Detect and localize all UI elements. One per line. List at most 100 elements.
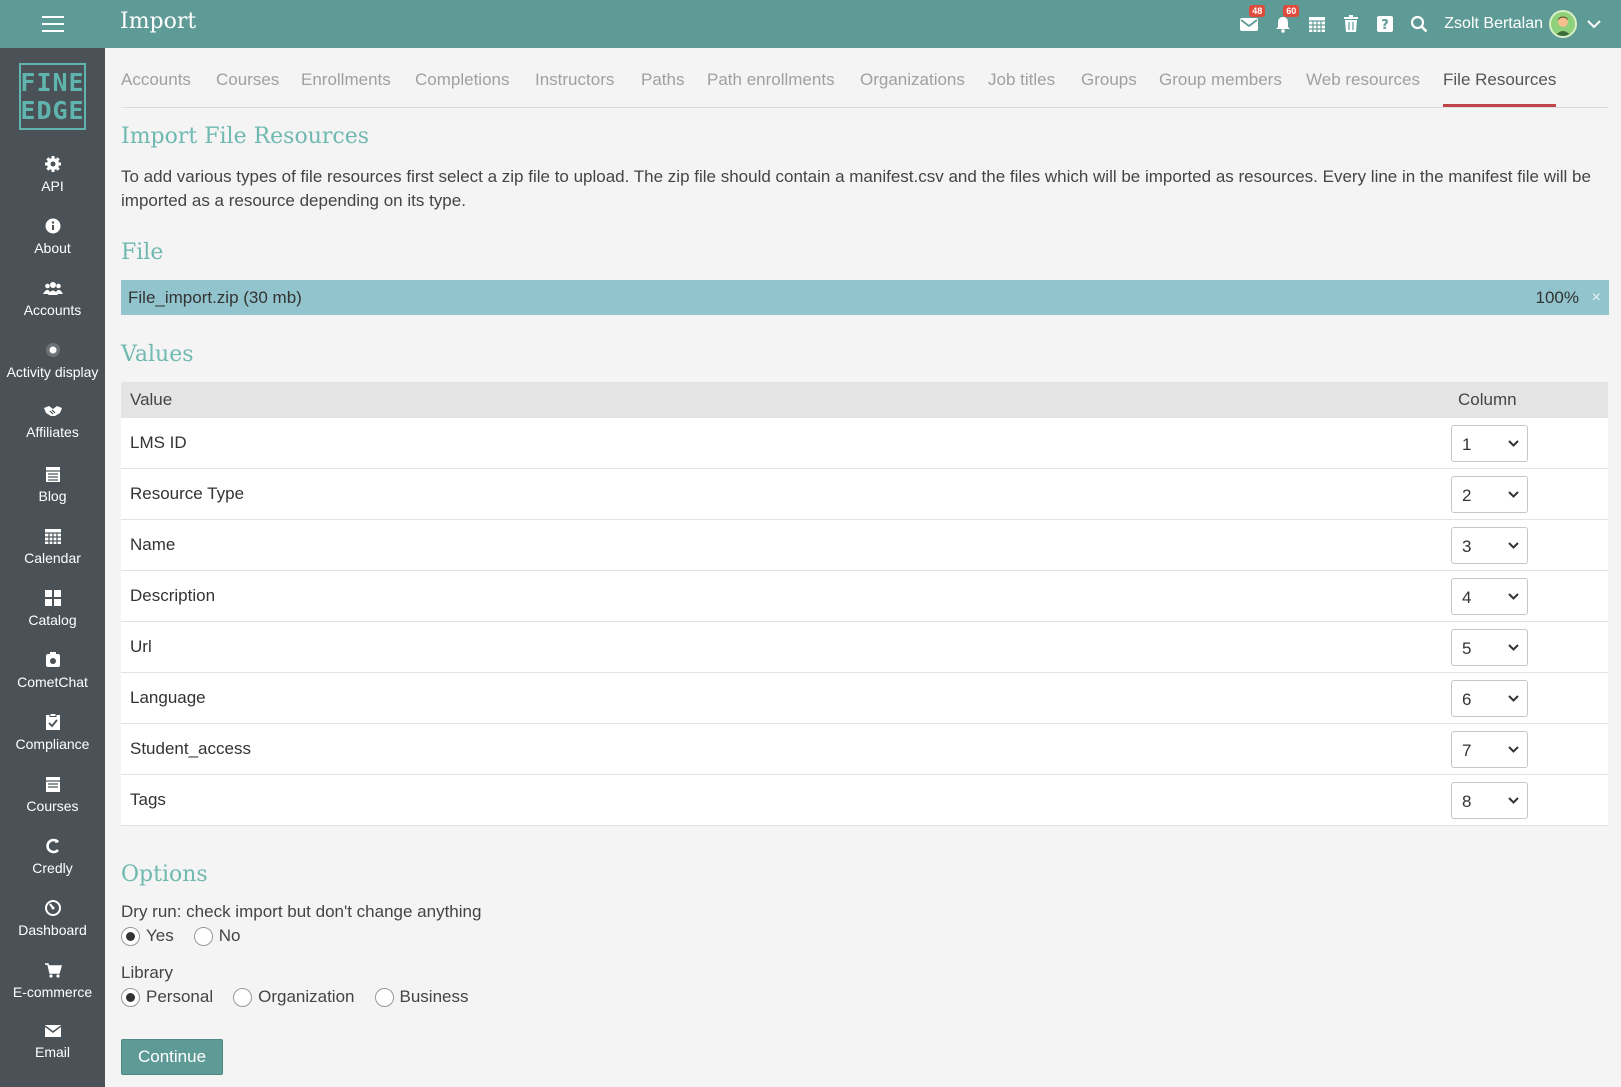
tab-group-members[interactable]: Group members — [1159, 70, 1282, 90]
tab-web-resources[interactable]: Web resources — [1306, 70, 1420, 90]
value-label: Description — [130, 586, 216, 605]
sidebar-item-label: Blog — [38, 488, 67, 504]
sidebar-item-cometchat[interactable]: CometChat — [0, 647, 105, 707]
column-select[interactable]: 4 — [1451, 578, 1528, 615]
column-select[interactable]: 8 — [1451, 782, 1528, 819]
dry-run-radio-group: Yes No — [121, 926, 260, 946]
dry-run-yes-radio[interactable]: Yes — [121, 926, 174, 946]
sidebar-item-calendar[interactable]: Calendar — [0, 523, 105, 583]
active-tab-indicator — [1443, 104, 1556, 107]
radio-label: Personal — [146, 987, 214, 1006]
remove-file-icon[interactable]: × — [1592, 289, 1601, 307]
credly-icon — [45, 838, 59, 854]
section-heading-import: Import File Resources — [121, 124, 370, 149]
sidebar-item-about[interactable]: About — [0, 213, 105, 273]
import-tabs: Accounts Courses Enrollments Completions… — [121, 48, 1608, 108]
logo-line-2: EDGE — [20, 95, 85, 125]
table-row: Tags 8 — [121, 775, 1608, 826]
checklist-icon — [45, 713, 60, 730]
tab-instructors[interactable]: Instructors — [535, 70, 614, 90]
column-select[interactable]: 5 — [1451, 629, 1528, 666]
section-heading-file: File — [121, 240, 164, 265]
menu-icon[interactable] — [0, 0, 105, 48]
sidebar-item-e-commerce[interactable]: E-commerce — [0, 957, 105, 1017]
tab-groups[interactable]: Groups — [1081, 70, 1137, 90]
logo-line-1: FINE — [20, 67, 85, 97]
dry-run-no-radio[interactable]: No — [193, 926, 240, 946]
library-personal-radio[interactable]: Personal — [121, 987, 213, 1007]
column-header-column: Column — [1458, 390, 1517, 409]
sidebar-item-catalog[interactable]: Catalog — [0, 585, 105, 645]
tab-completions[interactable]: Completions — [415, 70, 510, 90]
value-label: LMS ID — [130, 433, 187, 452]
continue-button[interactable]: Continue — [121, 1039, 223, 1075]
column-select-value: 8 — [1462, 792, 1472, 811]
tab-path-enrollments[interactable]: Path enrollments — [707, 70, 835, 90]
gauge-icon — [44, 900, 61, 916]
help-icon[interactable]: ? — [1368, 0, 1402, 48]
value-label: Tags — [130, 790, 166, 809]
chevron-down-icon — [1508, 746, 1519, 753]
search-icon[interactable] — [1402, 0, 1436, 48]
library-organization-radio[interactable]: Organization — [233, 987, 355, 1007]
chevron-down-icon — [1508, 797, 1519, 804]
value-label: Student_access — [130, 739, 251, 758]
sidebar-item-compliance[interactable]: Compliance — [0, 709, 105, 769]
sidebar-item-label: Catalog — [28, 612, 77, 628]
tab-file-resources[interactable]: File Resources — [1443, 70, 1556, 90]
sidebar-item-courses[interactable]: Courses — [0, 771, 105, 831]
tab-accounts[interactable]: Accounts — [121, 70, 191, 90]
handshake-icon — [43, 406, 62, 416]
trash-icon[interactable] — [1334, 0, 1368, 48]
radio-label: Yes — [146, 926, 174, 945]
notifications-badge: 60 — [1283, 5, 1300, 17]
info-icon — [45, 218, 60, 234]
users-icon — [42, 282, 63, 295]
value-label: Language — [130, 688, 206, 707]
calendar-icon[interactable] — [1300, 0, 1334, 48]
chevron-down-icon — [1508, 593, 1519, 600]
table-row: Name 3 — [121, 520, 1608, 571]
sidebar-item-activity-display[interactable]: Activity display — [0, 337, 105, 397]
chat-icon — [45, 652, 60, 667]
tab-job-titles[interactable]: Job titles — [988, 70, 1055, 90]
mail-icon[interactable]: 48 — [1232, 0, 1266, 48]
calendar-icon — [44, 529, 61, 544]
user-name[interactable]: Zsolt Bertalan — [1444, 15, 1543, 33]
tab-enrollments[interactable]: Enrollments — [301, 70, 391, 90]
column-select[interactable]: 1 — [1451, 425, 1528, 462]
tab-courses[interactable]: Courses — [216, 70, 279, 90]
radio-indicator — [233, 987, 253, 1007]
sidebar-item-accounts[interactable]: Accounts — [0, 275, 105, 335]
chevron-down-icon — [1508, 695, 1519, 702]
tab-organizations[interactable]: Organizations — [860, 70, 965, 90]
column-select[interactable]: 6 — [1451, 680, 1528, 717]
fineedge-logo[interactable]: FINE EDGE — [19, 63, 86, 130]
column-select-value: 5 — [1462, 639, 1472, 658]
table-row: Student_access 7 — [121, 724, 1608, 775]
sidebar-item-email[interactable]: Email — [0, 1019, 105, 1079]
tab-paths[interactable]: Paths — [641, 70, 684, 90]
values-table: Value Column LMS ID 1 Resource Type 2 Na… — [121, 382, 1608, 826]
sidebar-item-credly[interactable]: Credly — [0, 833, 105, 893]
avatar[interactable] — [1549, 10, 1577, 38]
column-select-value: 3 — [1462, 537, 1472, 556]
sidebar-item-api[interactable]: API — [0, 151, 105, 211]
sidebar-item-blog[interactable]: Blog — [0, 461, 105, 521]
bell-icon[interactable]: 60 — [1266, 0, 1300, 48]
library-business-radio[interactable]: Business — [374, 987, 468, 1007]
radio-indicator — [121, 926, 140, 946]
library-radio-group: Personal Organization Business — [121, 987, 488, 1007]
sidebar-item-dashboard[interactable]: Dashboard — [0, 895, 105, 955]
uploaded-file-bar: File_import.zip (30 mb) 100% × — [121, 280, 1609, 315]
sidebar-item-affiliates[interactable]: Affiliates — [0, 399, 105, 459]
column-select[interactable]: 2 — [1451, 476, 1528, 513]
radio-indicator — [374, 987, 394, 1007]
column-select[interactable]: 7 — [1451, 731, 1528, 768]
table-row: Language 6 — [121, 673, 1608, 724]
sidebar-item-label: Accounts — [23, 302, 82, 318]
sidebar-item-label: CometChat — [17, 674, 88, 690]
column-select[interactable]: 3 — [1451, 527, 1528, 564]
column-select-value: 7 — [1462, 741, 1472, 760]
chevron-down-icon[interactable] — [1587, 0, 1601, 48]
